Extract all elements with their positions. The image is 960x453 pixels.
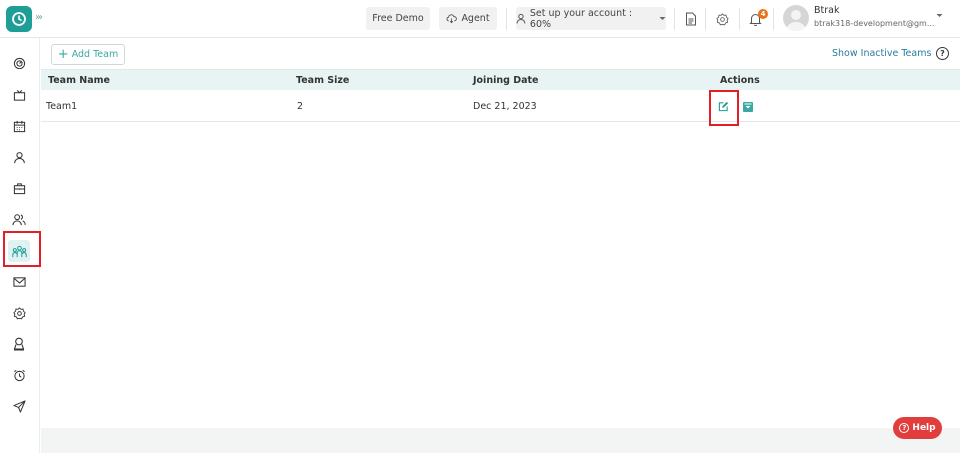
- app-logo-icon[interactable]: [6, 6, 32, 32]
- chevron-down-icon: [659, 17, 666, 20]
- show-inactive-teams-link[interactable]: Show Inactive Teams: [832, 48, 931, 59]
- expand-sidebar-icon[interactable]: ›››: [35, 12, 43, 23]
- setup-account-button[interactable]: Set up your account : 60%: [516, 7, 666, 30]
- user-menu-chevron-icon[interactable]: [936, 13, 943, 18]
- avatar[interactable]: [783, 5, 809, 31]
- table-row[interactable]: Team1 2 Dec 21, 2023: [41, 91, 960, 122]
- column-header-joining-date[interactable]: Joining Date: [473, 75, 539, 86]
- mail-icon[interactable]: [8, 271, 30, 293]
- archive-icon[interactable]: [743, 102, 753, 112]
- send-icon[interactable]: [8, 395, 30, 417]
- top-bar: ››› Free Demo Agent Set up your account …: [0, 0, 960, 38]
- notification-badge: 4: [758, 9, 768, 19]
- user-setup-icon: [516, 13, 526, 24]
- column-header-team-name[interactable]: Team Name: [48, 75, 110, 86]
- add-team-label: Add Team: [71, 49, 119, 60]
- help-label: Help: [912, 423, 936, 433]
- table-header: Team Name Team Size Joining Date Actions: [41, 69, 960, 90]
- user-email: btrak318-development@gm...: [814, 19, 935, 28]
- footer-strip: [41, 428, 960, 453]
- users-icon[interactable]: [8, 208, 30, 230]
- divider: [773, 8, 774, 30]
- alarm-icon[interactable]: [8, 364, 30, 386]
- tv-icon[interactable]: [8, 84, 30, 106]
- add-team-button[interactable]: + Add Team: [51, 44, 125, 65]
- edit-action-highlight: [709, 90, 739, 126]
- divider: [674, 8, 675, 30]
- column-header-team-size[interactable]: Team Size: [296, 75, 349, 86]
- cell-joining-date: Dec 21, 2023: [473, 101, 537, 112]
- divider: [705, 8, 706, 30]
- briefcase-icon[interactable]: [8, 177, 30, 199]
- free-demo-label: Free Demo: [372, 13, 424, 24]
- help-button[interactable]: ? Help: [893, 417, 942, 439]
- cell-team-name: Team1: [46, 101, 78, 112]
- help-circle-icon: ?: [899, 423, 910, 433]
- user-icon[interactable]: [8, 146, 30, 168]
- free-demo-button[interactable]: Free Demo: [366, 7, 430, 30]
- award-icon[interactable]: [8, 333, 30, 355]
- plus-icon: +: [57, 47, 69, 62]
- setup-account-label: Set up your account : 60%: [529, 7, 633, 30]
- document-icon[interactable]: [682, 10, 700, 28]
- column-header-actions: Actions: [720, 75, 760, 86]
- agent-button[interactable]: Agent: [439, 7, 497, 30]
- dashboard-icon[interactable]: [8, 52, 30, 74]
- help-question-icon[interactable]: ?: [936, 47, 949, 60]
- cloud-download-icon: [446, 14, 458, 24]
- settings-icon[interactable]: [713, 10, 731, 28]
- divider: [739, 8, 740, 30]
- divider: [506, 8, 507, 30]
- settings-icon[interactable]: [8, 302, 30, 324]
- user-name[interactable]: Btrak: [814, 5, 839, 16]
- cell-team-size: 2: [297, 101, 304, 112]
- agent-label: Agent: [461, 13, 490, 24]
- calendar-icon[interactable]: [8, 115, 30, 137]
- teams-nav-highlight: [3, 231, 41, 267]
